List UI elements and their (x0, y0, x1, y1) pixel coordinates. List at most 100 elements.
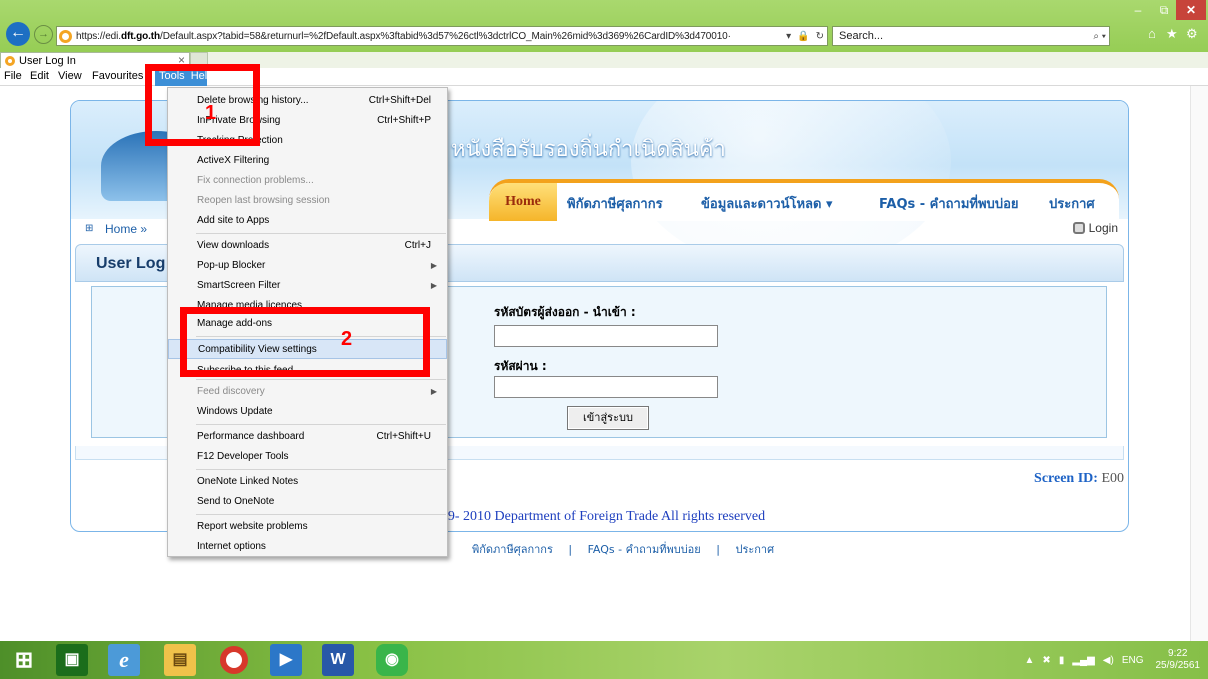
refresh-icon[interactable]: ↻ (816, 31, 824, 42)
language-indicator[interactable]: ENG (1122, 655, 1144, 666)
lock-icon[interactable]: 🔒 (797, 31, 809, 42)
menu-item-onenote-linked[interactable]: OneNote Linked Notes (168, 472, 447, 492)
menu-item-activex[interactable]: ActiveX Filtering (168, 151, 447, 171)
login-submit-button[interactable]: เข้าสู่ระบบ (567, 406, 649, 430)
clock-date: 25/9/2561 (1155, 660, 1201, 671)
main-navigation: Home พิกัดภาษีศุลกากร ข้อมูลและดาวน์โหลด… (489, 179, 1119, 221)
signal-icon[interactable]: ▂▄▆ (1072, 655, 1094, 666)
screen-id-label: Screen ID: (1034, 471, 1098, 486)
breadcrumb-home[interactable]: Home » (105, 222, 147, 236)
login-link[interactable]: Login (1072, 221, 1118, 235)
menu-item-feed-discovery: Feed discovery ▶ (168, 382, 447, 402)
menu-item-shortcut: Ctrl+Shift+U (376, 431, 431, 442)
search-box[interactable]: Search... ⌕ ▾ (832, 26, 1110, 46)
menu-item-shortcut: Ctrl+Shift+P (377, 115, 431, 126)
menu-view[interactable]: View (58, 70, 82, 82)
footer-link-tariff[interactable]: พิกัดภาษีศุลกากร (472, 543, 553, 556)
windows-start-icon[interactable]: ⊞ (8, 644, 40, 676)
footer-link-announcements[interactable]: ประกาศ (735, 543, 774, 556)
settings-gear-icon[interactable]: ⚙ (1186, 26, 1198, 42)
nav-downloads[interactable]: ข้อมูลและดาวน์โหลด ▾ (701, 193, 833, 214)
clock-time: 9:22 (1168, 648, 1188, 659)
menu-item-popup-blocker[interactable]: Pop-up Blocker ▶ (168, 256, 447, 276)
menu-item-label: Add site to Apps (197, 215, 270, 226)
close-window-button[interactable]: ✕ (1176, 0, 1206, 20)
menu-item-windows-update[interactable]: Windows Update (168, 402, 447, 422)
login-link-label: Login (1088, 221, 1118, 235)
vertical-scrollbar[interactable] (1190, 86, 1208, 641)
sitemap-icon: ⊞ (85, 223, 94, 234)
menu-favourites[interactable]: Favourites (92, 70, 143, 82)
menu-item-add-site[interactable]: Add site to Apps (168, 211, 447, 231)
volume-icon[interactable]: ◀) (1103, 655, 1114, 666)
menu-item-view-downloads[interactable]: View downloads Ctrl+J (168, 236, 447, 256)
annotation-box-step2 (180, 307, 430, 377)
tray-app-icon[interactable]: ✖ (1042, 655, 1050, 666)
submenu-arrow-icon: ▶ (430, 281, 437, 290)
menu-item-label: Performance dashboard (197, 431, 305, 442)
internet-explorer-icon[interactable]: e (108, 644, 140, 676)
menu-file[interactable]: File (4, 70, 22, 82)
menu-item-label: Windows Update (197, 406, 273, 417)
menu-item-label: F12 Developer Tools (197, 451, 289, 462)
search-icon[interactable]: ⌕ ▾ (1093, 31, 1106, 42)
favorites-star-icon[interactable]: ★ (1166, 26, 1178, 42)
menu-item-shortcut: Ctrl+Shift+Del (368, 95, 431, 106)
menu-item-smartscreen[interactable]: SmartScreen Filter ▶ (168, 276, 447, 296)
battery-icon[interactable]: ▮ (1059, 655, 1065, 666)
page-title: User Log (96, 255, 166, 272)
site-favicon-icon (59, 29, 72, 43)
menu-item-label: SmartScreen Filter (197, 280, 281, 291)
menu-item-send-onenote[interactable]: Send to OneNote (168, 492, 447, 512)
url-text[interactable]: https://edi.dft.go.th/Default.aspx?tabid… (76, 31, 783, 42)
media-player-icon[interactable]: ▶ (270, 644, 302, 676)
menu-item-label: OneNote Linked Notes (197, 476, 299, 487)
exporter-id-field[interactable] (494, 325, 718, 347)
address-bar[interactable]: https://edi.dft.go.th/Default.aspx?tabid… (56, 26, 828, 46)
menu-item-label: Internet options (197, 541, 266, 552)
menu-item-performance-dashboard[interactable]: Performance dashboard Ctrl+Shift+U (168, 427, 447, 447)
menu-item-f12-tools[interactable]: F12 Developer Tools (168, 447, 447, 467)
url-prefix: https://edi. (76, 30, 121, 42)
footer-links: พิกัดภาษีศุลกากร | FAQs - คำถามที่พบบ่อย… (466, 540, 780, 558)
menu-item-internet-options[interactable]: Internet options (168, 537, 447, 557)
maximize-button[interactable]: ⧉ (1150, 0, 1178, 20)
menu-edit[interactable]: Edit (30, 70, 49, 82)
nav-tariff[interactable]: พิกัดภาษีศุลกากร (567, 193, 663, 214)
nav-home[interactable]: Home (489, 183, 557, 221)
breadcrumb: ⊞ Home » (85, 219, 147, 239)
screen-id: Screen ID: E00 (1034, 471, 1124, 487)
chrome-icon[interactable] (220, 646, 248, 674)
menu-separator (196, 469, 446, 470)
exporter-id-label: รหัสบัตรผู้ส่งออก - นำเข้า : (494, 305, 636, 319)
back-arrow-icon[interactable]: ← (6, 22, 30, 46)
minimize-button[interactable]: – (1124, 0, 1152, 20)
store-icon[interactable]: ▣ (56, 644, 88, 676)
footer-link-faqs[interactable]: FAQs - คำถามที่พบบ่อย (588, 543, 701, 556)
menu-separator (196, 379, 446, 380)
word-icon[interactable]: W (322, 644, 354, 676)
tab-favicon-icon (5, 55, 15, 66)
tab-title: User Log In (19, 54, 76, 67)
nav-faqs[interactable]: FAQs - คำถามที่พบบ่อย (879, 193, 1019, 214)
menu-item-report-problems[interactable]: Report website problems (168, 517, 447, 537)
file-explorer-icon[interactable]: ▤ (164, 644, 196, 676)
menu-item-label: Pop-up Blocker (197, 260, 266, 271)
tray-expand-icon[interactable]: ▲ (1025, 655, 1035, 666)
menu-item-fix-connection: Fix connection problems... (168, 171, 447, 191)
submenu-arrow-icon: ▶ (430, 261, 437, 270)
annotation-number-step2: 2 (341, 328, 353, 350)
url-path: /Default.aspx?tabid=58&returnurl=%2fDefa… (160, 30, 731, 42)
search-input[interactable]: Search... (839, 30, 1090, 42)
menu-item-label: Feed discovery (197, 386, 265, 397)
menu-separator (196, 514, 446, 515)
home-icon[interactable]: ⌂ (1148, 26, 1156, 41)
password-field[interactable] (494, 376, 718, 398)
submenu-arrow-icon: ▶ (430, 387, 437, 396)
taskbar-clock[interactable]: 9:22 25/9/2561 (1156, 648, 1201, 672)
forward-arrow-icon[interactable]: → (34, 25, 53, 44)
dropdown-arrow-icon[interactable]: ▾ (786, 31, 791, 42)
line-app-icon[interactable]: ◉ (376, 644, 408, 676)
nav-announcements[interactable]: ประกาศ (1049, 193, 1095, 214)
menu-item-label: View downloads (197, 240, 270, 251)
